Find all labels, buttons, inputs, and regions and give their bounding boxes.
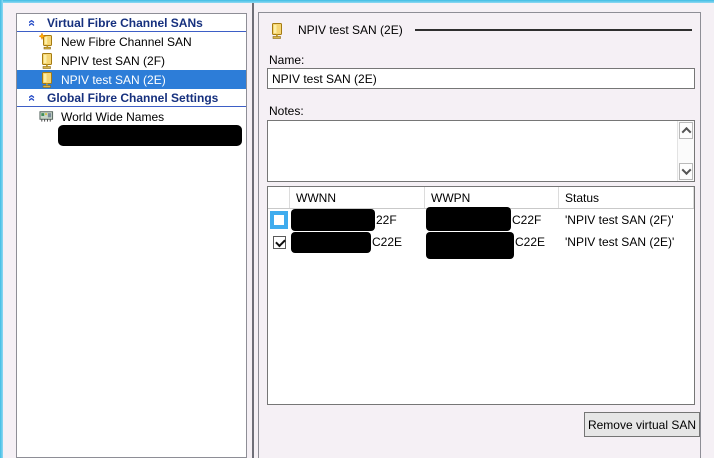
wwnn-visible-text: C22E: [372, 235, 403, 249]
notes-field: [267, 120, 695, 182]
wwpn-cell: C22F: [425, 207, 559, 231]
detail-header: NPIV test SAN (2E): [269, 20, 694, 40]
window-border-top: [0, 0, 714, 3]
row-checkbox-checked[interactable]: [272, 235, 286, 249]
column-header-checkbox[interactable]: [268, 187, 290, 208]
row-checkbox-unchecked[interactable]: [270, 211, 288, 229]
header-rule: [414, 29, 692, 31]
wwn-table: WWNN WWPN Status 22F C22F 'NPIV test SAN…: [267, 186, 695, 405]
window-border-left: [0, 0, 3, 458]
tree-item-label: NPIV test SAN (2E): [61, 72, 166, 87]
status-cell: 'NPIV test SAN (2F)': [565, 213, 674, 227]
notes-scrollbar[interactable]: [677, 121, 694, 181]
tree-item-new-fibre-channel-san[interactable]: New Fibre Channel SAN: [17, 32, 246, 51]
notes-label: Notes:: [269, 104, 304, 118]
name-input[interactable]: [267, 68, 695, 89]
name-label: Name:: [269, 53, 305, 67]
panel-divider: [252, 3, 254, 458]
tree-section-title: Virtual Fibre Channel SANs: [47, 15, 203, 30]
redaction-box: [426, 231, 514, 259]
remove-virtual-san-button[interactable]: Remove virtual SAN: [584, 412, 700, 437]
tree-section-virtual-fc-sans[interactable]: « Virtual Fibre Channel SANs: [17, 14, 246, 32]
tree-item-world-wide-names[interactable]: World Wide Names: [17, 107, 246, 126]
tree-item-label: World Wide Names: [61, 109, 165, 124]
table-row[interactable]: 22F C22F 'NPIV test SAN (2F)': [268, 207, 694, 231]
status-cell: 'NPIV test SAN (2E)': [565, 235, 675, 249]
tree-item-label: New Fibre Channel SAN: [61, 34, 192, 49]
wwpn-cell: C22E: [425, 231, 559, 259]
san-icon: [39, 71, 54, 88]
tree-section-title: Global Fibre Channel Settings: [47, 90, 219, 105]
tree-section-global-fc-settings[interactable]: « Global Fibre Channel Settings: [17, 89, 246, 107]
san-icon: [39, 52, 54, 69]
san-icon: [269, 22, 284, 39]
wwpn-visible-text: C22E: [515, 235, 546, 249]
chevron-up-icon: [681, 126, 691, 137]
redaction-box: [58, 125, 242, 146]
redaction-box: [426, 207, 511, 231]
tree-item-npiv-test-san-2e[interactable]: NPIV test SAN (2E): [17, 70, 246, 89]
column-header-status[interactable]: Status: [559, 187, 694, 208]
scroll-down-button[interactable]: [679, 163, 693, 180]
wwnn-cell: C22E: [290, 231, 425, 253]
san-new-icon: [39, 33, 54, 50]
scroll-up-button[interactable]: [679, 122, 693, 139]
redaction-box: [291, 209, 375, 231]
detail-title: NPIV test SAN (2E): [298, 23, 403, 37]
column-header-wwnn[interactable]: WWNN: [290, 187, 425, 208]
network-adapter-icon: [39, 108, 54, 125]
redaction-box: [291, 231, 371, 253]
wwnn-cell: 22F: [290, 209, 425, 231]
detail-pane: NPIV test SAN (2E) Name: Notes: WWNN WWP…: [258, 12, 701, 458]
wwpn-visible-text: C22F: [512, 213, 542, 227]
notes-textarea[interactable]: [268, 121, 677, 181]
tree-item-npiv-test-san-2f[interactable]: NPIV test SAN (2F): [17, 51, 246, 70]
chevron-down-icon: [681, 165, 691, 176]
wwnn-visible-text: 22F: [376, 213, 397, 227]
table-row[interactable]: C22E C22E 'NPIV test SAN (2E)': [268, 231, 694, 259]
tree-item-label: NPIV test SAN (2F): [61, 53, 166, 68]
chevron-double-up-icon: «: [25, 18, 40, 27]
table-header-row: WWNN WWPN Status: [268, 187, 694, 209]
chevron-double-up-icon: «: [25, 93, 40, 102]
column-header-wwpn[interactable]: WWPN: [425, 187, 559, 208]
navigation-tree: « Virtual Fibre Channel SANs New Fibre C…: [16, 13, 247, 458]
